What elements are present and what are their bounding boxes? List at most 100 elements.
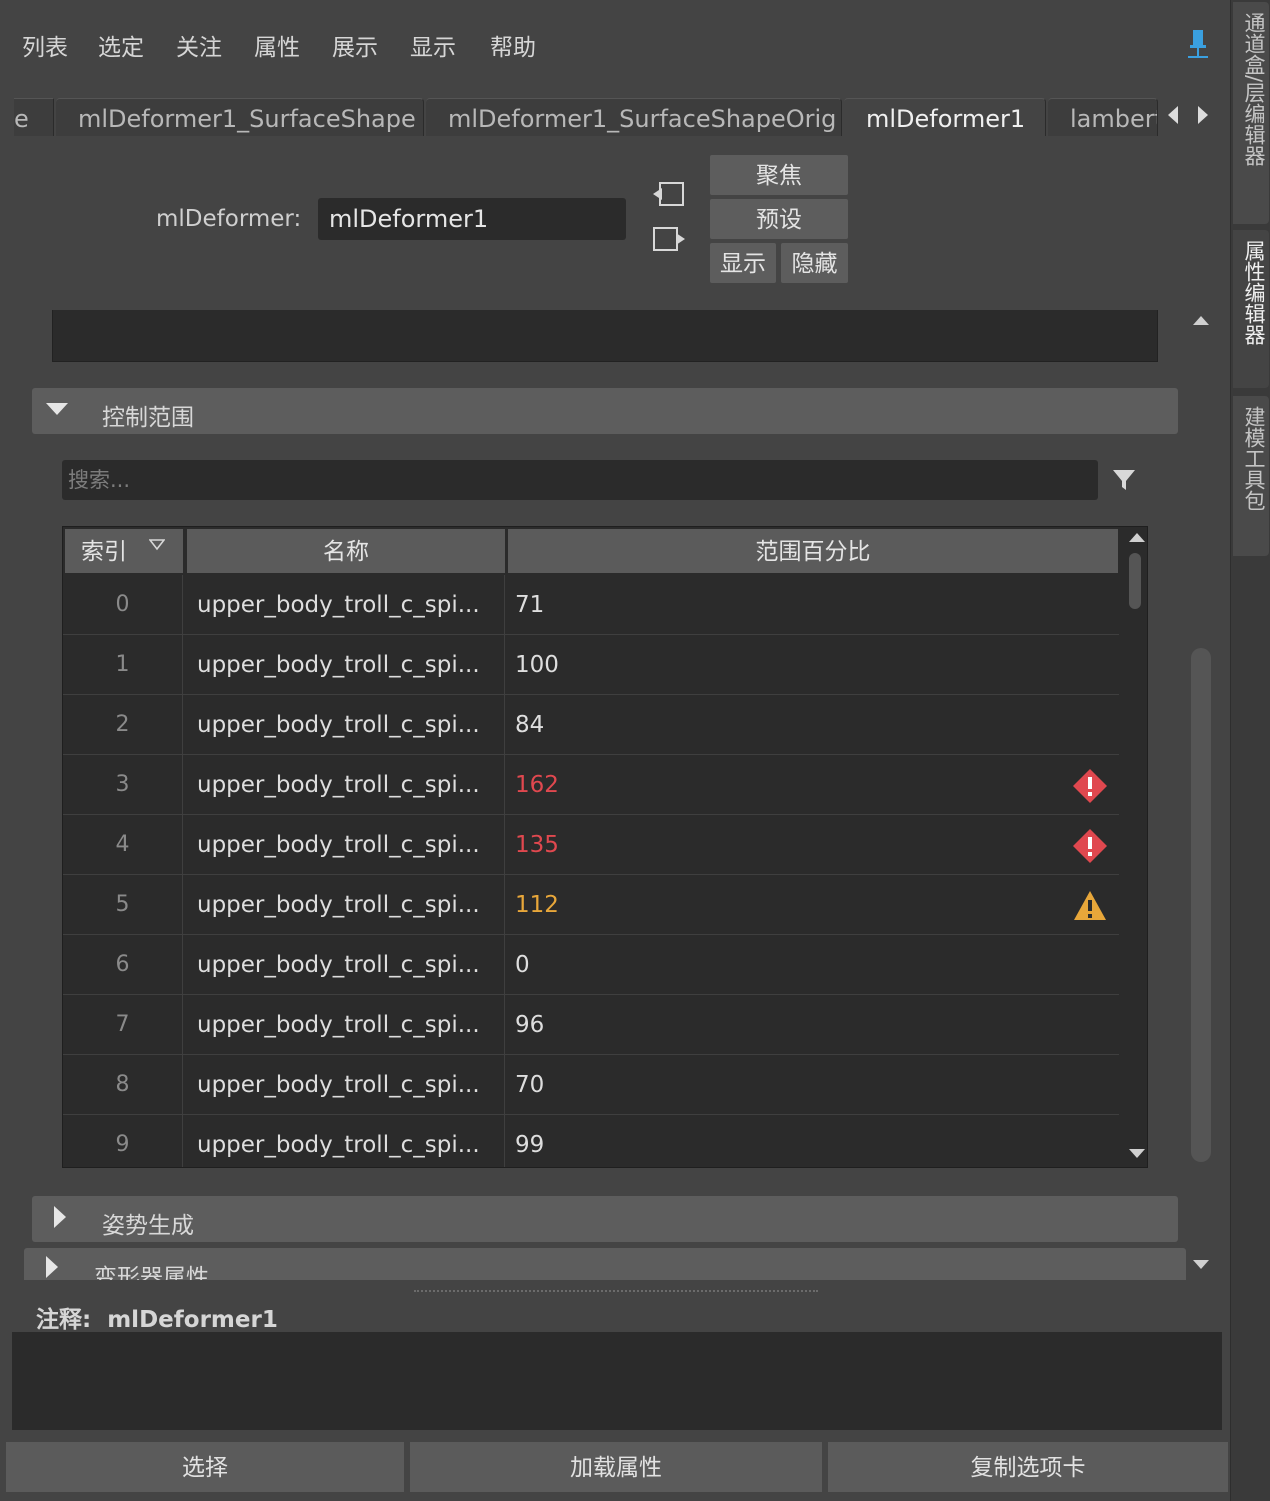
show-button[interactable]: 显示 (710, 243, 776, 283)
row-name: upper_body_troll_c_spi... (183, 875, 505, 935)
menu-show[interactable]: 展示 (332, 28, 378, 62)
tab-scroll-right-icon[interactable] (1198, 106, 1208, 124)
scroll-up-icon[interactable] (1129, 533, 1145, 542)
menu-attributes[interactable]: 属性 (254, 28, 300, 62)
range-percent-value: 100 (515, 652, 559, 678)
side-tab-channel-box[interactable]: 通道盒/层编辑器 (1233, 2, 1269, 224)
section-pose-generation[interactable]: 姿势生成 (32, 1196, 1178, 1242)
tab-label: e (14, 105, 29, 133)
error-icon (1073, 829, 1107, 863)
menu-focus[interactable]: 关注 (176, 28, 222, 62)
tab-surface-shape[interactable]: mlDeformer1_SurfaceShape (56, 98, 424, 136)
presets-button[interactable]: 预设 (710, 199, 848, 239)
tab-surface-shape-orig[interactable]: mlDeformer1_SurfaceShapeOrig (426, 98, 842, 136)
menu-help[interactable]: 帮助 (490, 28, 536, 62)
focus-button[interactable]: 聚焦 (710, 155, 848, 195)
row-index: 9 (63, 1115, 183, 1167)
notes-label-prefix: 注释: (36, 1307, 92, 1333)
load-attributes-button[interactable]: 加载属性 (410, 1442, 822, 1492)
attribute-scrollbar[interactable] (1188, 310, 1214, 1280)
tab-partial[interactable]: e (14, 98, 54, 136)
range-percent-value: 112 (515, 892, 559, 918)
table-row[interactable]: 7 upper_body_troll_c_spi... 96 (63, 995, 1119, 1055)
row-name: upper_body_troll_c_spi... (183, 755, 505, 815)
tab-lambert[interactable]: lambert (1048, 98, 1158, 136)
table-row[interactable]: 6 upper_body_troll_c_spi... 0 (63, 935, 1119, 995)
table-scroll-thumb[interactable] (1129, 553, 1141, 609)
attribute-scroll-thumb[interactable] (1191, 648, 1211, 1162)
row-range-percent[interactable]: 112 (505, 875, 1119, 935)
range-percent-value: 96 (515, 1012, 545, 1038)
influence-table: 索引 名称 范围百分比 0 upper_body_troll_c_spi... 71… (62, 526, 1148, 1168)
row-index: 6 (63, 935, 183, 995)
column-header-range-percent[interactable]: 范围百分比 (508, 529, 1118, 573)
tab-label: mlDeformer1 (866, 105, 1026, 133)
notes-resize-handle[interactable] (414, 1290, 818, 1292)
column-header-name[interactable]: 名称 (187, 529, 505, 573)
select-button[interactable]: 选择 (6, 1442, 404, 1492)
column-header-label: 索引 (81, 539, 127, 565)
pin-icon[interactable] (1186, 28, 1210, 60)
sort-descending-icon[interactable] (149, 539, 165, 551)
range-percent-value: 84 (515, 712, 545, 738)
side-tab-attribute-editor[interactable]: 属性编辑器 (1233, 230, 1269, 388)
tab-ml-deformer[interactable]: mlDeformer1 (844, 98, 1046, 136)
scroll-down-icon[interactable] (1129, 1149, 1145, 1158)
row-name: upper_body_troll_c_spi... (183, 995, 505, 1055)
filter-icon[interactable] (1112, 468, 1136, 492)
table-row[interactable]: 4 upper_body_troll_c_spi... 135 (63, 815, 1119, 875)
row-index: 3 (63, 755, 183, 815)
side-tab-modeling-toolkit[interactable]: 建模工具包 (1233, 396, 1269, 556)
row-index: 7 (63, 995, 183, 1055)
row-name: upper_body_troll_c_spi... (183, 1055, 505, 1115)
tab-scroll-left-icon[interactable] (1168, 106, 1178, 124)
row-range-percent[interactable]: 96 (505, 995, 1119, 1055)
section-control-range[interactable]: 控制范围 (32, 388, 1178, 434)
hide-button[interactable]: 隐藏 (781, 243, 848, 283)
menu-bar: 列表 选定 关注 属性 展示 显示 帮助 (0, 0, 1230, 86)
tab-label: lambert (1070, 105, 1158, 133)
row-index: 4 (63, 815, 183, 875)
collapsed-triangle-icon (46, 1256, 58, 1278)
row-range-percent[interactable]: 0 (505, 935, 1119, 995)
menu-select[interactable]: 选定 (98, 28, 144, 62)
table-row[interactable]: 0 upper_body_troll_c_spi... 71 (63, 575, 1119, 635)
row-range-percent[interactable]: 100 (505, 635, 1119, 695)
menu-list[interactable]: 列表 (22, 28, 68, 62)
table-row[interactable]: 2 upper_body_troll_c_spi... 84 (63, 695, 1119, 755)
row-range-percent[interactable]: 71 (505, 575, 1119, 635)
attribute-scroll-area: 控制范围 搜索... 索引 名称 范围百分比 0 upper_body_troll… (0, 310, 1230, 1280)
row-range-percent[interactable]: 135 (505, 815, 1119, 875)
table-scrollbar[interactable] (1121, 527, 1147, 1167)
scroll-down-icon[interactable] (1193, 1260, 1209, 1269)
error-icon (1073, 769, 1107, 803)
row-range-percent[interactable]: 162 (505, 755, 1119, 815)
side-tab-strip: 通道盒/层编辑器 属性编辑器 建模工具包 (1230, 0, 1270, 1501)
input-connections-icon[interactable] (653, 181, 685, 207)
table-row[interactable]: 5 upper_body_troll_c_spi... 112 (63, 875, 1119, 935)
range-percent-value: 99 (515, 1132, 545, 1158)
row-range-percent[interactable]: 70 (505, 1055, 1119, 1115)
table-row[interactable]: 8 upper_body_troll_c_spi... 70 (63, 1055, 1119, 1115)
row-range-percent[interactable]: 84 (505, 695, 1119, 755)
notes-label: 注释: mlDeformer1 (36, 1300, 278, 1334)
row-index: 5 (63, 875, 183, 935)
menu-display[interactable]: 显示 (410, 28, 456, 62)
section-title: 变形器属性 (94, 1265, 209, 1280)
node-name-field[interactable]: mlDeformer1 (318, 198, 626, 240)
notes-text-area[interactable] (12, 1332, 1222, 1430)
notes-node-name: mlDeformer1 (107, 1307, 278, 1333)
copy-tab-button[interactable]: 复制选项卡 (828, 1442, 1228, 1492)
row-name: upper_body_troll_c_spi... (183, 635, 505, 695)
table-row[interactable]: 9 upper_body_troll_c_spi... 99 (63, 1115, 1119, 1167)
table-row[interactable]: 3 upper_body_troll_c_spi... 162 (63, 755, 1119, 815)
column-header-index[interactable]: 索引 (65, 529, 183, 573)
output-connections-icon[interactable] (653, 226, 685, 252)
section-title: 控制范围 (102, 405, 194, 431)
section-deformer-attributes[interactable]: 变形器属性 (24, 1248, 1186, 1280)
table-row[interactable]: 1 upper_body_troll_c_spi... 100 (63, 635, 1119, 695)
search-input[interactable]: 搜索... (62, 460, 1098, 500)
scroll-up-icon[interactable] (1193, 316, 1209, 325)
range-percent-value: 70 (515, 1072, 545, 1098)
row-range-percent[interactable]: 99 (505, 1115, 1119, 1167)
